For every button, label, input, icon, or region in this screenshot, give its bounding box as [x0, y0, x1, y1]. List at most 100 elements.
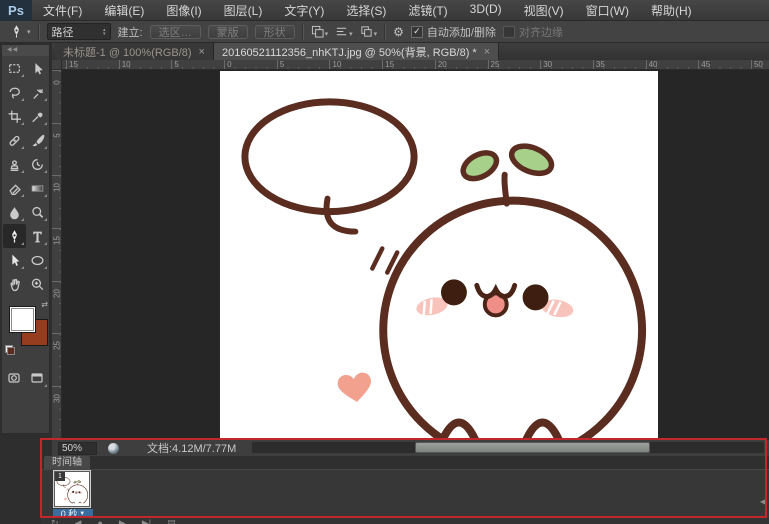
ruler-tick-label: 0 [52, 70, 61, 123]
path-operations-button[interactable]: ▾ [311, 25, 329, 38]
menu-item[interactable]: 文件(F) [32, 2, 93, 19]
spot-healing-brush-tool[interactable] [3, 128, 26, 152]
ruler-tick-label: 45 [698, 60, 751, 70]
ruler-tick-label: 20 [435, 60, 488, 70]
pen-tool[interactable] [3, 224, 26, 248]
path-arrange-button[interactable]: ▾ [360, 25, 378, 38]
timeline-control-icon[interactable]: ↻ [51, 517, 59, 524]
tool-mode-select[interactable]: 路径 ▴▾ [47, 23, 111, 40]
gear-icon[interactable]: ⚙ [393, 25, 404, 39]
photoshop-window: Ps 文件(F)编辑(E)图像(I)图层(L)文字(Y)选择(S)滤镜(T)3D… [0, 0, 769, 524]
animation-frame[interactable]: 1 0 秒 ▼ [52, 471, 94, 519]
crop-tool[interactable] [3, 104, 26, 128]
clone-stamp-tool[interactable] [3, 152, 26, 176]
menu-item[interactable]: 帮助(H) [640, 2, 703, 19]
auto-add-delete-option[interactable]: ✓ 自动添加/删除 [411, 24, 496, 40]
zoom-tool[interactable] [26, 272, 49, 296]
ellipse-shape-tool[interactable] [26, 248, 49, 272]
horizontal-type-tool[interactable] [26, 224, 49, 248]
color-swatches: ⇄ [3, 300, 49, 358]
timeline-content: 1 0 秒 ▼ ◀ [41, 470, 769, 517]
make-mask-button[interactable]: 蒙版 [208, 25, 248, 39]
timeline-panel: 时间轴 1 0 秒 ▼ ◀ [41, 456, 769, 517]
menu-item[interactable]: 3D(D) [459, 2, 513, 19]
menu-item[interactable]: 文字(Y) [273, 2, 335, 19]
frame-thumbnail[interactable]: 1 [54, 471, 90, 507]
timeline-controls-row: ↻ ◀ ● ▶ ▶| ▤ [41, 517, 769, 524]
eyedropper-tool[interactable] [26, 104, 49, 128]
dodge-tool[interactable] [26, 200, 49, 224]
path-alignment-button[interactable]: ▾ [335, 25, 353, 38]
timeline-control-icon[interactable]: ▶| [142, 517, 151, 524]
ruler-tick-label: 25 [488, 60, 541, 70]
gradient-tool[interactable] [26, 176, 49, 200]
panel-collapse-arrow-icon[interactable]: ◀ [760, 497, 766, 506]
caret-down-icon: ▾ [27, 28, 31, 36]
timeline-control-icon[interactable]: ▶ [119, 517, 126, 524]
ruler-tick-label: 10 [119, 60, 172, 70]
make-label: 建立: [118, 24, 143, 40]
pen-icon [9, 24, 24, 39]
hand-tool[interactable] [3, 272, 26, 296]
auto-add-delete-label: 自动添加/删除 [427, 24, 496, 40]
menu-item[interactable]: 图层(L) [213, 2, 274, 19]
make-selection-button[interactable]: 选区… [150, 25, 201, 39]
align-edges-label: 对齐边缘 [519, 24, 563, 40]
checkbox-checked-icon[interactable]: ✓ [411, 26, 423, 38]
swap-colors-icon[interactable]: ⇄ [41, 300, 48, 309]
tool-preset-picker[interactable]: ▾ [9, 24, 31, 39]
ruler-tick-label: 0 [224, 60, 277, 70]
separator [384, 24, 386, 40]
foreground-swatch[interactable] [9, 306, 36, 333]
default-colors-icon[interactable] [5, 345, 15, 355]
menu-item[interactable]: 窗口(W) [575, 2, 640, 19]
timeline-control-icon[interactable]: ▤ [167, 517, 176, 524]
timeline-control-icon[interactable]: ◀ [75, 517, 82, 524]
ruler-tick-label: 5 [52, 123, 61, 176]
path-selection-tool[interactable] [3, 248, 26, 272]
tab-active-document[interactable]: 20160521112356_nhKTJ.jpg @ 50%(背景, RGB/8… [214, 43, 499, 60]
align-edges-option[interactable]: 对齐边缘 [503, 24, 563, 40]
menu-item[interactable]: 选择(S) [335, 2, 397, 19]
menu-item[interactable]: 视图(V) [513, 2, 575, 19]
checkbox-unchecked-icon[interactable] [503, 26, 515, 38]
timeline-tab-row: 时间轴 [41, 456, 769, 470]
horizontal-ruler: 1510505101520253035404550 [62, 60, 769, 70]
make-shape-button[interactable]: 形状 [255, 25, 295, 39]
quick-mask-button[interactable] [3, 366, 26, 390]
screen-mode-button[interactable] [26, 366, 49, 390]
close-icon[interactable]: × [484, 46, 490, 58]
menu-item[interactable]: 图像(I) [155, 2, 212, 19]
ruler-tick-label: 10 [52, 175, 61, 228]
tab-timeline[interactable]: 时间轴 [44, 456, 90, 469]
frame-number-badge: 1 [55, 472, 65, 481]
ruler-tick-label: 30 [540, 60, 593, 70]
lasso-tool[interactable] [3, 80, 26, 104]
history-brush-tool[interactable] [26, 152, 49, 176]
rectangular-marquee-tool[interactable] [3, 56, 26, 80]
menu-item[interactable]: 滤镜(T) [397, 2, 458, 19]
document-viewport[interactable] [62, 70, 769, 440]
brush-tool[interactable] [26, 128, 49, 152]
zoom-level-field[interactable]: 50% [58, 442, 97, 455]
menu-item[interactable]: 编辑(E) [93, 2, 155, 19]
scrollbar-thumb[interactable] [415, 442, 650, 453]
document-tab-strip: 未标题-1 @ 100%(RGB/8) × 20160521112356_nhK… [52, 43, 769, 60]
horizontal-scrollbar[interactable] [252, 442, 764, 453]
ruler-tick-label: 50 [751, 60, 769, 70]
ruler-tick-label: 35 [593, 60, 646, 70]
ruler-tick-label: 40 [646, 60, 699, 70]
canvas-artwork[interactable] [220, 71, 658, 438]
eraser-tool[interactable] [3, 176, 26, 200]
caret-down-icon: ▾ [349, 30, 353, 38]
close-icon[interactable]: × [199, 46, 205, 58]
panel-collapse-button[interactable]: ◀◀ [2, 45, 49, 56]
tools-panel: ◀◀ ⇄ [1, 44, 50, 434]
blur-tool[interactable] [3, 200, 26, 224]
move-tool[interactable] [26, 56, 49, 80]
options-bar: ▾ 路径 ▴▾ 建立: 选区… 蒙版 形状 ▾ ▾ ▾ ⚙ ✓ 自动添加 [0, 21, 769, 43]
tab-untitled-document[interactable]: 未标题-1 @ 100%(RGB/8) × [55, 43, 214, 60]
magic-wand-tool[interactable] [26, 80, 49, 104]
separator [38, 24, 40, 40]
timeline-control-icon[interactable]: ● [97, 517, 102, 524]
